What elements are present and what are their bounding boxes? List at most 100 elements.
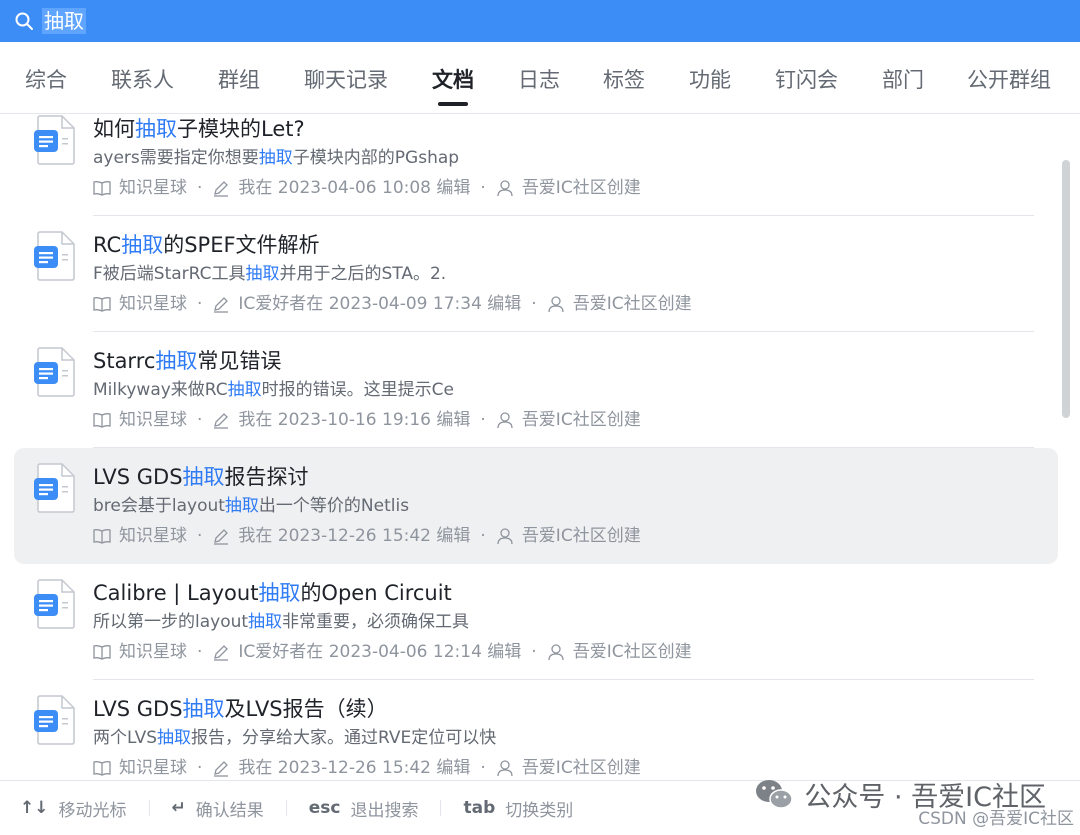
hint-label: 确认结果 [195,800,264,821]
user-icon [497,760,513,777]
tab-contacts[interactable]: 联系人 [111,42,174,114]
snippet-text: 时报的错误。这里提示Ce [261,380,454,400]
book-icon [93,645,111,660]
user-icon [548,296,564,313]
title-text: 的Open Circuit [300,581,452,605]
meta-separator: · [197,294,203,314]
snippet-text: 两个LVS [93,728,158,748]
creator-info: 吾爱IC社区创建 [521,178,641,198]
creator-info: 吾爱IC社区创建 [521,758,641,778]
meta-separator: · [197,410,203,430]
csdn-watermark: CSDN @吾爱IC社区 [918,809,1074,829]
result-item[interactable]: Calibre | Layout 抽取的Open Circuit 所以第一步的la… [14,564,1058,680]
meta-separator: · [480,410,486,430]
result-snippet: 所以第一步的layout抽取非常重要，必须确保工具 [93,610,469,634]
result-meta: 知识星球 · 我在 2023-12-26 15:42 编辑 · 吾爱IC社区创建 [93,756,641,780]
result-meta: 知识星球 · 我在 2023-10-16 19:16 编辑 · 吾爱IC社区创建 [93,408,641,432]
tab-flash-meeting[interactable]: 钉闪会 [775,42,838,114]
result-item[interactable]: 如何抽取子模块的Let? ayers需要指定你想要抽取子模块内部的PGshap … [14,114,1058,216]
results-list: 如何抽取子模块的Let? ayers需要指定你想要抽取子模块内部的PGshap … [0,114,1062,780]
edit-icon [214,761,229,777]
title-highlight: 抽取 [155,349,198,373]
search-input[interactable]: 抽取 [42,8,86,34]
tab-all[interactable]: 综合 [25,42,67,114]
document-icon [34,579,75,629]
category-tabs: 综合 联系人 群组 聊天记录 文档 日志 标签 功能 钉闪会 部门 公开群组 [0,42,1080,114]
result-meta: 知识星球 · IC爱好者在 2023-04-09 17:34 编辑 · 吾爱IC… [93,292,692,316]
snippet-text: 子模块内部的PGshap [292,148,460,168]
book-icon [93,761,111,776]
tab-public-groups[interactable]: 公开群组 [967,42,1051,114]
snippet-text: bre会基于layout [93,496,225,516]
edit-icon [214,297,229,313]
result-item[interactable]: RC抽取的SPEF文件解析 F被后端StarRC工具抽取并用于之后的STA。2.… [14,216,1058,332]
snippet-highlight: 抽取 [224,496,259,516]
creator-info: 吾爱IC社区创建 [521,410,641,430]
tab-label: 联系人 [111,67,174,92]
search-bar[interactable]: 抽取 [0,0,1080,42]
user-icon [548,644,564,661]
title-text: Calibre | Layout [93,581,259,605]
edit-info: IC爱好者在 2023-04-06 12:14 编辑 [238,642,522,662]
tab-features[interactable]: 功能 [689,42,731,114]
knowledge-space: 知识星球 [119,526,187,546]
book-icon [93,413,111,428]
title-text: 的SPEF文件解析 [163,233,320,257]
title-text: 报告探讨 [224,465,309,489]
tab-documents[interactable]: 文档 [432,42,474,114]
creator-info: 吾爱IC社区创建 [572,642,692,662]
result-item[interactable]: LVS GDS抽取及LVS报告（续） 两个LVS抽取报告，分享给大家。通过RVE… [14,680,1058,780]
wechat-icon [756,779,794,809]
title-highlight: 抽取 [121,233,164,257]
tab-label: 日志 [518,67,560,92]
tab-label: 标签 [603,67,645,92]
snippet-text: ayers需要指定你想要 [93,148,259,168]
title-text: Starrc [93,349,156,373]
meta-separator: · [197,526,203,546]
meta-separator: · [197,178,203,198]
document-icon [34,231,75,281]
result-item[interactable]: Starrc抽取常见错误 Milkyway来做RC抽取时报的错误。这里提示Ce … [14,332,1058,448]
tab-tags[interactable]: 标签 [603,42,645,114]
hint-label: 退出搜索 [350,800,419,821]
result-snippet: 两个LVS抽取报告，分享给大家。通过RVE定位可以快 [93,726,496,750]
user-icon [497,412,513,429]
tab-label: 钉闪会 [775,67,838,92]
snippet-text: 非常重要，必须确保工具 [282,612,470,632]
snippet-highlight: 抽取 [245,264,280,284]
hint-label: 切换类别 [505,800,574,821]
edit-info: 我在 2023-12-26 15:42 编辑 [238,526,471,546]
title-text: LVS GDS [93,465,183,489]
result-snippet: ayers需要指定你想要抽取子模块内部的PGshap [93,146,459,170]
title-text: LVS GDS [93,697,183,721]
document-icon [34,463,75,513]
title-text: 常见错误 [197,349,282,373]
scrollbar[interactable] [1062,160,1070,418]
esc-key: esc [308,798,341,818]
arrow-keys-icon: ↑↓ [20,798,49,818]
enter-key-icon: ↵ [171,798,186,818]
snippet-highlight: 抽取 [258,148,293,168]
edit-icon [214,413,229,429]
book-icon [93,529,111,544]
tab-groups[interactable]: 群组 [218,42,260,114]
meta-separator: · [197,758,203,778]
result-item[interactable]: LVS GDS 抽取 报告探讨 bre会基于layout抽取出一个等价的Netlis… [14,448,1058,564]
tab-chat-history[interactable]: 聊天记录 [304,42,388,114]
result-snippet: bre会基于layout抽取出一个等价的Netlis [93,494,409,518]
snippet-highlight: 抽取 [248,612,283,632]
snippet-text: Milkyway来做RC [93,380,228,400]
active-tab-indicator [438,101,468,106]
knowledge-space: 知识星球 [119,410,187,430]
tab-departments[interactable]: 部门 [882,42,924,114]
document-icon [34,115,75,165]
tab-logs[interactable]: 日志 [518,42,560,114]
hint-label: 移动光标 [58,800,127,821]
meta-separator: · [531,642,537,662]
title-highlight: 抽取 [182,697,225,721]
snippet-text: 出一个等价的Netlis [258,496,410,516]
edit-icon [214,181,229,197]
user-icon [497,528,513,545]
snippet-highlight: 抽取 [227,380,262,400]
edit-info: 我在 2023-12-26 15:42 编辑 [238,758,471,778]
